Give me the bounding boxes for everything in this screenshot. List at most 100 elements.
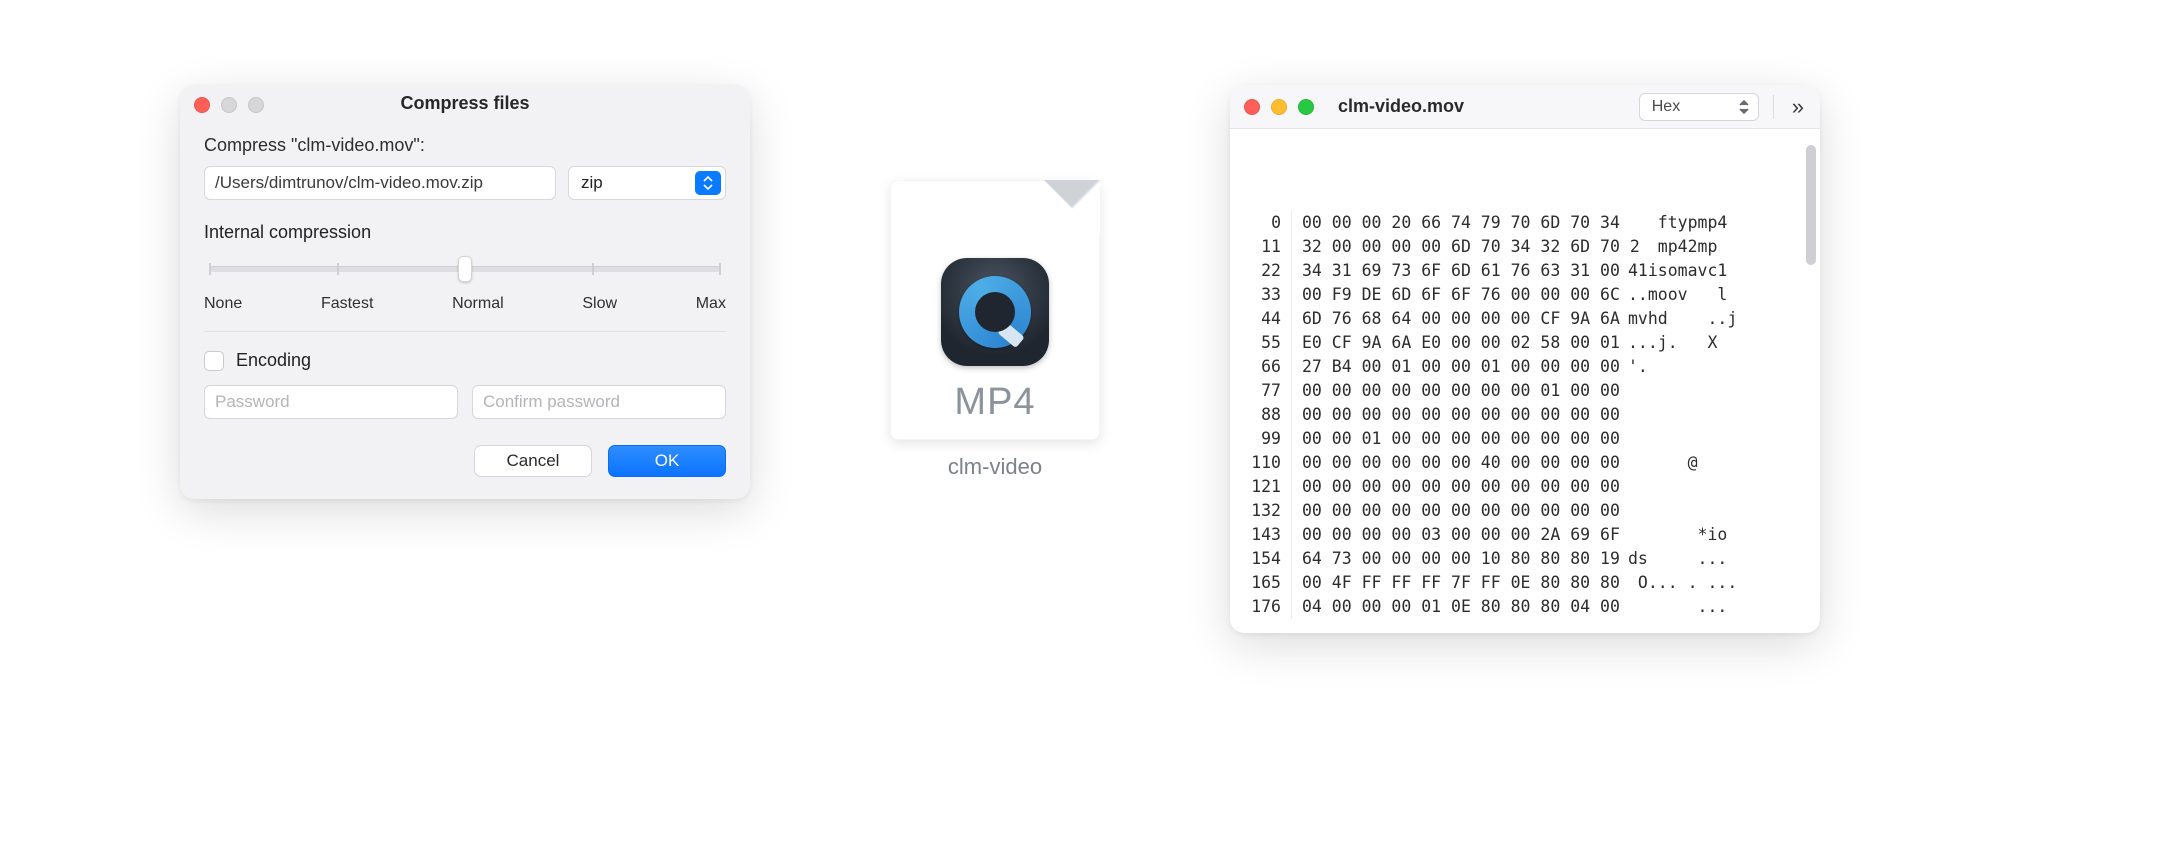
hex-content[interactable]: 000 00 00 20 66 74 79 70 6D 70 34 ftypmp… xyxy=(1230,129,1820,633)
compression-slider[interactable] xyxy=(210,257,720,281)
file-extension: MP4 xyxy=(890,381,1100,424)
minimize-icon[interactable] xyxy=(1271,99,1287,115)
traffic-lights xyxy=(194,97,264,113)
hex-ascii xyxy=(1622,427,1628,451)
hex-ascii: mp42mp xyxy=(1622,235,1717,259)
hex-ascii: ftypmp4 xyxy=(1622,211,1727,235)
hex-bytes: E0 CF 9A 6A E0 00 00 02 58 00 01 xyxy=(1292,331,1622,355)
scrollbar-thumb[interactable] xyxy=(1806,145,1816,265)
divider xyxy=(204,331,726,332)
hex-offset: 77 xyxy=(1230,379,1292,403)
slider-label-normal: Normal xyxy=(452,295,504,313)
hex-ascii: @ xyxy=(1622,451,1698,475)
hex-bytes: 27 B4 00 01 00 00 01 00 00 00 00 xyxy=(1292,355,1622,379)
view-mode-value: Hex xyxy=(1652,98,1680,116)
hex-ascii xyxy=(1622,475,1628,499)
view-mode-select[interactable]: Hex xyxy=(1639,93,1759,121)
slider-label-max: Max xyxy=(696,295,726,313)
hex-offset: 165 xyxy=(1230,571,1292,595)
hex-row: 3300 F9 DE 6D 6F 6F 76 00 00 00 6C..moov… xyxy=(1230,283,1820,307)
hex-offset: 132 xyxy=(1230,499,1292,523)
hex-bytes: 00 00 00 00 00 00 00 00 01 00 00 xyxy=(1292,379,1622,403)
hex-toolbar: clm-video.mov Hex » xyxy=(1230,85,1820,129)
hex-row: 17604 00 00 00 01 0E 80 80 80 04 00 ... xyxy=(1230,595,1820,619)
close-icon[interactable] xyxy=(1244,99,1260,115)
encoding-checkbox[interactable] xyxy=(204,351,224,371)
hex-offset: 55 xyxy=(1230,331,1292,355)
hex-row: 14300 00 00 00 03 00 00 00 2A 69 6F *io xyxy=(1230,523,1820,547)
hex-offset: 88 xyxy=(1230,403,1292,427)
chevron-updown-icon xyxy=(695,171,721,195)
hex-offset: 66 xyxy=(1230,355,1292,379)
slider-label-fastest: Fastest xyxy=(321,295,373,313)
quicktime-icon xyxy=(941,258,1049,366)
hex-offset: 121 xyxy=(1230,475,1292,499)
slider-label-slow: Slow xyxy=(582,295,617,313)
compress-title: Compress files xyxy=(180,93,750,114)
zoom-icon[interactable] xyxy=(1298,99,1314,115)
compress-titlebar: Compress files xyxy=(180,85,750,115)
hex-row: 1132 00 00 00 00 6D 70 34 32 6D 70 2 mp4… xyxy=(1230,235,1820,259)
zoom-icon xyxy=(248,97,264,113)
internal-compression-label: Internal compression xyxy=(204,222,726,243)
hex-ascii xyxy=(1622,403,1628,427)
ok-button[interactable]: OK xyxy=(608,445,726,477)
toolbar-overflow-icon[interactable]: » xyxy=(1788,94,1806,120)
hex-bytes: 00 00 00 00 03 00 00 00 2A 69 6F xyxy=(1292,523,1622,547)
close-icon[interactable] xyxy=(194,97,210,113)
hex-row: 000 00 00 20 66 74 79 70 6D 70 34 ftypmp… xyxy=(1230,211,1820,235)
hex-bytes: 00 00 00 00 00 00 00 00 00 00 00 xyxy=(1292,475,1622,499)
archive-format-value: zip xyxy=(581,173,603,193)
file-item[interactable]: MP4 clm-video xyxy=(880,180,1110,480)
hex-row: 8800 00 00 00 00 00 00 00 00 00 00 xyxy=(1230,403,1820,427)
hex-offset: 11 xyxy=(1230,235,1292,259)
hex-bytes: 00 00 01 00 00 00 00 00 00 00 00 xyxy=(1292,427,1622,451)
hex-ascii: O... . ... xyxy=(1622,571,1737,595)
hex-offset: 143 xyxy=(1230,523,1292,547)
hex-bytes: 00 F9 DE 6D 6F 6F 76 00 00 00 6C xyxy=(1292,283,1622,307)
hex-ascii xyxy=(1622,499,1628,523)
page-fold-icon xyxy=(1044,180,1100,236)
hex-bytes: 32 00 00 00 00 6D 70 34 32 6D 70 2 xyxy=(1292,235,1622,259)
hex-row: 11000 00 00 00 00 00 40 00 00 00 00 @ xyxy=(1230,451,1820,475)
hex-ascii: ...j. X xyxy=(1622,331,1717,355)
output-path-input[interactable]: /Users/dimtrunov/clm-video.mov.zip xyxy=(204,166,556,200)
encoding-label: Encoding xyxy=(236,350,311,371)
hex-ascii: *io xyxy=(1622,523,1727,547)
minimize-icon xyxy=(221,97,237,113)
hex-ascii: mvhd ..j xyxy=(1622,307,1737,331)
hex-bytes: 04 00 00 00 01 0E 80 80 80 04 00 xyxy=(1292,595,1622,619)
traffic-lights xyxy=(1244,99,1314,115)
cancel-button[interactable]: Cancel xyxy=(474,445,592,477)
hex-row: 446D 76 68 64 00 00 00 00 CF 9A 6Amvhd .… xyxy=(1230,307,1820,331)
password-input[interactable]: Password xyxy=(204,385,458,419)
hex-bytes: 34 31 69 73 6F 6D 61 76 63 31 00 xyxy=(1292,259,1622,283)
hex-ascii: 41isomavc1 xyxy=(1622,259,1727,283)
hex-offset: 0 xyxy=(1230,211,1292,235)
hex-ascii: ... xyxy=(1622,595,1727,619)
archive-format-select[interactable]: zip xyxy=(568,166,726,200)
hex-ascii: '. xyxy=(1622,355,1648,379)
hex-offset: 22 xyxy=(1230,259,1292,283)
confirm-password-input[interactable]: Confirm password xyxy=(472,385,726,419)
hex-bytes: 00 4F FF FF FF 7F FF 0E 80 80 80 xyxy=(1292,571,1622,595)
toolbar-divider xyxy=(1773,95,1774,119)
hex-offset: 44 xyxy=(1230,307,1292,331)
compress-dialog: Compress files Compress "clm-video.mov":… xyxy=(180,85,750,499)
hex-row: 6627 B4 00 01 00 00 01 00 00 00 00'. xyxy=(1230,355,1820,379)
hex-row: 7700 00 00 00 00 00 00 00 01 00 00 xyxy=(1230,379,1820,403)
slider-labels: None Fastest Normal Slow Max xyxy=(204,295,726,313)
hex-row: 13200 00 00 00 00 00 00 00 00 00 00 xyxy=(1230,499,1820,523)
hex-row: 16500 4F FF FF FF 7F FF 0E 80 80 80 O...… xyxy=(1230,571,1820,595)
hex-viewer-window: clm-video.mov Hex » 000 00 00 20 66 74 7… xyxy=(1230,85,1820,633)
hex-row: 15464 73 00 00 00 00 10 80 80 80 19ds ..… xyxy=(1230,547,1820,571)
hex-row: 12100 00 00 00 00 00 00 00 00 00 00 xyxy=(1230,475,1820,499)
hex-bytes: 00 00 00 20 66 74 79 70 6D 70 34 xyxy=(1292,211,1622,235)
slider-label-none: None xyxy=(204,295,242,313)
hex-ascii xyxy=(1622,379,1628,403)
hex-offset: 176 xyxy=(1230,595,1292,619)
slider-thumb[interactable] xyxy=(458,256,472,282)
hex-ascii: ds ... xyxy=(1622,547,1727,571)
target-file-label: Compress "clm-video.mov": xyxy=(204,135,726,156)
hex-offset: 110 xyxy=(1230,451,1292,475)
